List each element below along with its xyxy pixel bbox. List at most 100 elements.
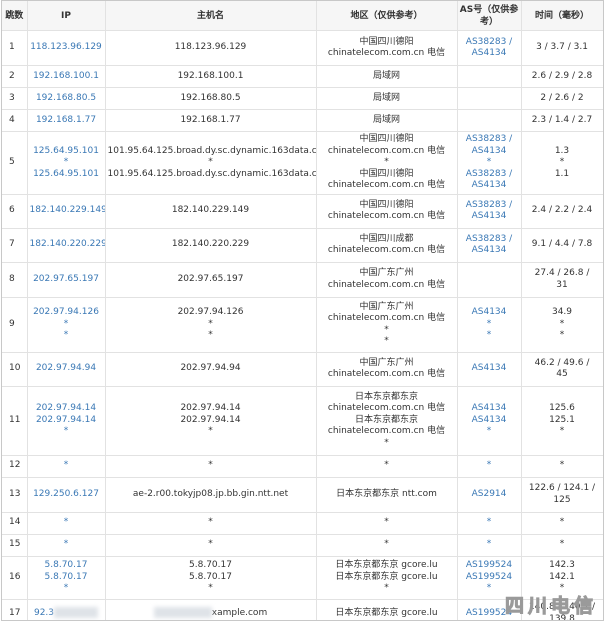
asn-link: * (486, 539, 492, 550)
hostname-text: ae-2.r00.tokyjp08.jp.bb.gin.ntt.net (132, 488, 289, 499)
hostname-text: * (208, 517, 213, 528)
time-text: 31 (556, 279, 568, 290)
ip-link[interactable]: 202.97.94.94 (30, 363, 103, 375)
asn-link: * (486, 330, 492, 341)
asn-link: * (486, 157, 492, 167)
header-hostname: 主机名 (105, 1, 317, 31)
ip-link[interactable]: 182.140.229.149 (30, 205, 105, 217)
asn-link[interactable]: AS4134 (460, 245, 519, 257)
asn-link[interactable]: AS4134 (460, 146, 519, 158)
region-text: 中国四川德阳 (359, 134, 414, 144)
ip-cell: 118.123.96.129 (27, 30, 106, 66)
asn-link[interactable]: AS38283 / (460, 200, 519, 212)
asn-link[interactable]: AS4134 (460, 211, 519, 223)
ip-cell: 192.168.80.5 (27, 87, 106, 110)
ip-cell: 202.97.65.197 (27, 262, 106, 298)
ip-link[interactable]: 92.3 (30, 607, 103, 620)
hostname-text: xample.com (108, 607, 314, 620)
asn-link[interactable]: AS2914 (460, 489, 519, 501)
region-cell: 局域网 (316, 65, 458, 88)
table-row: 4 192.168.1.77 192.168.1.77 局域网 2.3 / 1.4 / … (2, 109, 603, 132)
asn-cell: AS2914 (457, 477, 522, 513)
ip-link[interactable]: 5.8.70.17 (30, 560, 103, 572)
hostname-cell: 182.140.220.229 (105, 228, 317, 263)
ip-cell: 182.140.220.229 (27, 228, 106, 263)
ip-link[interactable]: 192.168.100.1 (30, 71, 103, 83)
region-text: 局域网 (372, 114, 400, 125)
asn-link[interactable]: AS4134 (460, 415, 519, 427)
region-text: 中国四川成都 (359, 233, 414, 244)
hostname-text: * (208, 318, 213, 329)
ip-link[interactable]: 202.97.94.14 (30, 403, 103, 415)
ip-cell: * (27, 512, 106, 535)
asn-link[interactable]: AS38283 / (460, 37, 519, 49)
ip-link[interactable]: 125.64.95.101 (30, 169, 103, 181)
hop-number: 15 (2, 534, 28, 557)
region-cell: 日本东京都东京 gcore.lu 日本东京都东京 gcore.lu * (316, 556, 458, 600)
table-row: 2 192.168.100.1 192.168.100.1 局域网 2.6 / 2.9 … (2, 65, 603, 88)
asn-link: * (486, 318, 492, 329)
traceroute-panel: 跳数 IP 主机名 地区（仅供参考） AS号（仅供参考） 时间（毫秒） 1 118… (1, 0, 604, 621)
hostname-text: * (208, 157, 213, 167)
time-text: 142.3 (549, 560, 575, 571)
asn-link[interactable]: AS4134 (460, 307, 519, 319)
region-text: chinatelecom.com.cn 电信 (327, 48, 446, 58)
ip-link[interactable]: 118.123.96.129 (30, 42, 103, 54)
redacted-block (54, 607, 99, 619)
time-cell: 2.3 / 1.4 / 2.7 (521, 109, 603, 132)
asn-cell: AS38283 /AS4134 (457, 30, 522, 66)
ip-link: * (63, 517, 69, 528)
region-cell: 中国广东广州 chinatelecom.com.cn 电信 (316, 262, 458, 298)
asn-link[interactable]: AS38283 / (460, 234, 519, 246)
hop-number: 8 (2, 262, 28, 298)
ip-link[interactable]: 202.97.94.14 (30, 415, 103, 427)
hostname-text: 202.97.94.14 (180, 403, 241, 414)
hop-number: 3 (2, 87, 28, 110)
hostname-cell: 202.97.65.197 (105, 262, 317, 298)
time-cell: 46.2 / 49.6 /45 (521, 352, 603, 387)
hostname-text: 192.168.80.5 (180, 92, 241, 103)
ip-link: * (63, 426, 69, 437)
asn-link[interactable]: AS4134 (460, 363, 519, 375)
asn-link[interactable]: AS4134 (460, 403, 519, 415)
ip-link[interactable]: 125.64.95.101 (30, 146, 103, 158)
ip-link[interactable]: 202.97.94.126 (30, 307, 103, 319)
header-asn: AS号（仅供参考） (457, 1, 522, 31)
region-text: 中国广东广州 (359, 301, 414, 312)
asn-cell (457, 87, 522, 110)
region-text: 局域网 (372, 92, 400, 103)
hostname-cell: xample.com (105, 599, 317, 620)
hostname-cell: 5.8.70.17 5.8.70.17 * (105, 556, 317, 600)
region-text: chinatelecom.com.cn 电信 (327, 245, 446, 255)
time-cell: 9.1 / 4.4 / 7.8 (521, 228, 603, 263)
region-text: * (384, 157, 389, 167)
table-row: 3 192.168.80.5 192.168.80.5 局域网 2 / 2.6 / 2 (2, 87, 603, 110)
hostname-text: 202.97.94.14 (180, 414, 241, 425)
ip-link[interactable]: 202.97.65.197 (30, 274, 103, 286)
ip-link[interactable]: 5.8.70.17 (30, 572, 103, 584)
header-region: 地区（仅供参考） (316, 1, 458, 31)
asn-link[interactable]: AS4134 (460, 48, 519, 60)
time-text: 2.4 / 2.2 / 2.4 (531, 205, 593, 216)
asn-cell: * (457, 455, 522, 478)
ip-link[interactable]: 192.168.1.77 (30, 115, 103, 127)
ip-link[interactable]: 182.140.220.229 (30, 239, 105, 251)
region-cell: * (316, 534, 458, 557)
hop-number: 4 (2, 109, 28, 132)
ip-link[interactable]: 192.168.80.5 (30, 93, 103, 105)
asn-link[interactable]: AS199524 (460, 560, 519, 572)
asn-link[interactable]: AS38283 / (460, 169, 519, 181)
time-text: 3 / 3.7 / 3.1 (536, 42, 588, 53)
region-text: 日本东京都东京 gcore.lu (335, 560, 438, 571)
hostname-cell: 202.97.94.14 202.97.94.14 * (105, 386, 317, 456)
asn-cell: AS38283 /AS4134 (457, 194, 522, 229)
asn-link[interactable]: AS199524 (460, 572, 519, 584)
hostname-cell: 202.97.94.94 (105, 352, 317, 387)
table-row: 14 * * * * * (2, 512, 603, 535)
ip-link[interactable]: 129.250.6.127 (30, 489, 103, 501)
hostname-cell: 192.168.100.1 (105, 65, 317, 88)
asn-link[interactable]: AS4134 (460, 180, 519, 192)
asn-link[interactable]: AS38283 / (460, 134, 519, 146)
hostname-text: 182.140.220.229 (171, 239, 250, 250)
table-row: 13 129.250.6.127 ae-2.r00.tokyjp08.jp.bb.g… (2, 477, 603, 513)
